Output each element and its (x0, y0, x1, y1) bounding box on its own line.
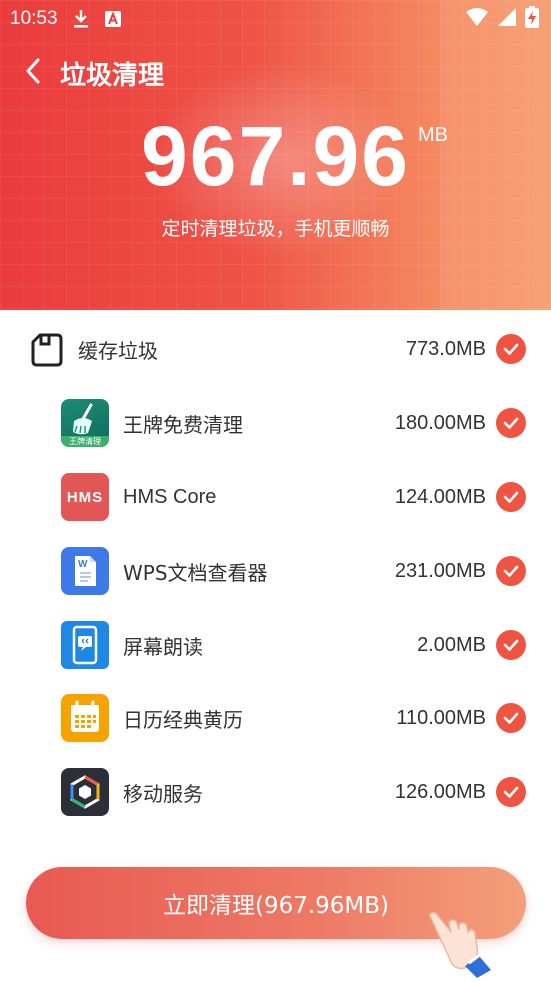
mobile-services-icon (61, 768, 109, 816)
app-name: 移动服务 (123, 781, 203, 806)
total-junk-value: 967.96 MB (141, 108, 448, 205)
wifi-icon (465, 7, 489, 32)
app-name: 王牌免费清理 (123, 412, 243, 437)
page-title: 垃圾清理 (60, 60, 165, 91)
broom-cleaner-icon: 王牌清理 (61, 399, 109, 447)
clean-now-label: 立即清理(967.96MB) (162, 893, 390, 919)
app-size: 126.00MB (394, 780, 486, 803)
hms-icon: HMS (61, 473, 109, 521)
app-notification-icon (104, 10, 122, 28)
app-name: HMS Core (123, 485, 217, 508)
hand-pointer-icon (425, 906, 505, 978)
app-checkbox[interactable] (496, 777, 526, 807)
list-item[interactable]: W WPS文档查看器 231.00MB (0, 541, 551, 601)
download-icon (72, 8, 90, 30)
app-name: 屏幕朗读 (123, 634, 203, 659)
list-item[interactable]: 日历经典黄历 110.00MB (0, 688, 551, 748)
calendar-icon (61, 694, 109, 742)
app-checkbox[interactable] (496, 556, 526, 586)
app-name: 日历经典黄历 (123, 707, 243, 732)
category-checkbox[interactable] (496, 334, 526, 364)
app-size: 180.00MB (394, 411, 486, 434)
app-size: 124.00MB (394, 485, 486, 508)
battery-charging-icon (525, 5, 539, 33)
total-junk-unit: MB (417, 124, 448, 146)
hero-subtitle: 定时清理垃圾，手机更顺畅 (161, 218, 390, 240)
app-checkbox[interactable] (496, 703, 526, 733)
app-name: WPS文档查看器 (123, 560, 268, 585)
signal-icon (497, 7, 517, 32)
category-size: 773.0MB (405, 337, 486, 360)
app-size: 2.00MB (417, 633, 486, 656)
status-bar: 10:53 (10, 5, 539, 33)
list-item[interactable]: 移动服务 126.00MB (0, 762, 551, 822)
list-item[interactable]: 王牌清理 王牌免费清理 180.00MB (0, 393, 551, 453)
screen-reader-icon (61, 621, 109, 669)
list-item[interactable]: HMS HMS Core 124.00MB (0, 467, 551, 527)
hms-icon-text: HMS (66, 488, 104, 506)
app-checkbox[interactable] (496, 482, 526, 512)
app-size: 110.00MB (396, 706, 486, 729)
back-button[interactable] (24, 53, 52, 93)
app-icon-caption: 王牌清理 (69, 437, 101, 446)
total-junk-number: 967.96 (141, 109, 410, 203)
category-label: 缓存垃圾 (78, 338, 158, 363)
app-checkbox[interactable] (496, 408, 526, 438)
total-junk-display: 967.96 MB (0, 108, 551, 205)
sd-card-icon (30, 332, 64, 372)
status-time: 10:53 (10, 8, 58, 29)
app-checkbox[interactable] (496, 630, 526, 660)
list-item[interactable]: 屏幕朗读 2.00MB (0, 615, 551, 675)
wps-icon-letter: W (78, 559, 88, 570)
title-bar: 垃圾清理 (24, 52, 164, 94)
category-row-cache[interactable]: 缓存垃圾 773.0MB (0, 319, 551, 379)
chevron-left-icon (24, 57, 42, 89)
app-size: 231.00MB (394, 559, 486, 582)
wps-document-icon: W (61, 547, 109, 595)
